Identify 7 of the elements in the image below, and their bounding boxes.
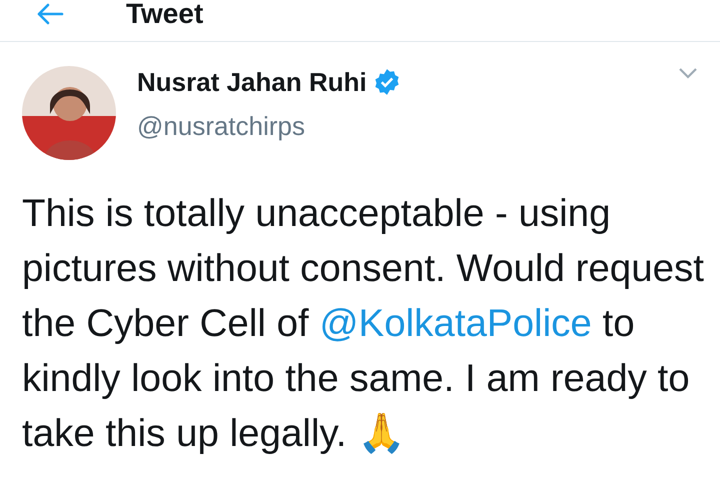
tweet-text: This is totally unacceptable - using pictures without consent. Would request the Cyber Cell of @KolkataPolice to kindly look into the same. I am ready to take this up legally. 🙏 [22,191,705,457]
back-arrow-icon [36,3,64,25]
author-handle: @nusratchirps [137,110,306,142]
chevron-down-icon [678,66,698,80]
author-name[interactable]: Nusrat Jahan Ruhi [137,66,367,98]
more-button[interactable] [678,66,698,80]
page-title: Tweet [126,0,204,28]
